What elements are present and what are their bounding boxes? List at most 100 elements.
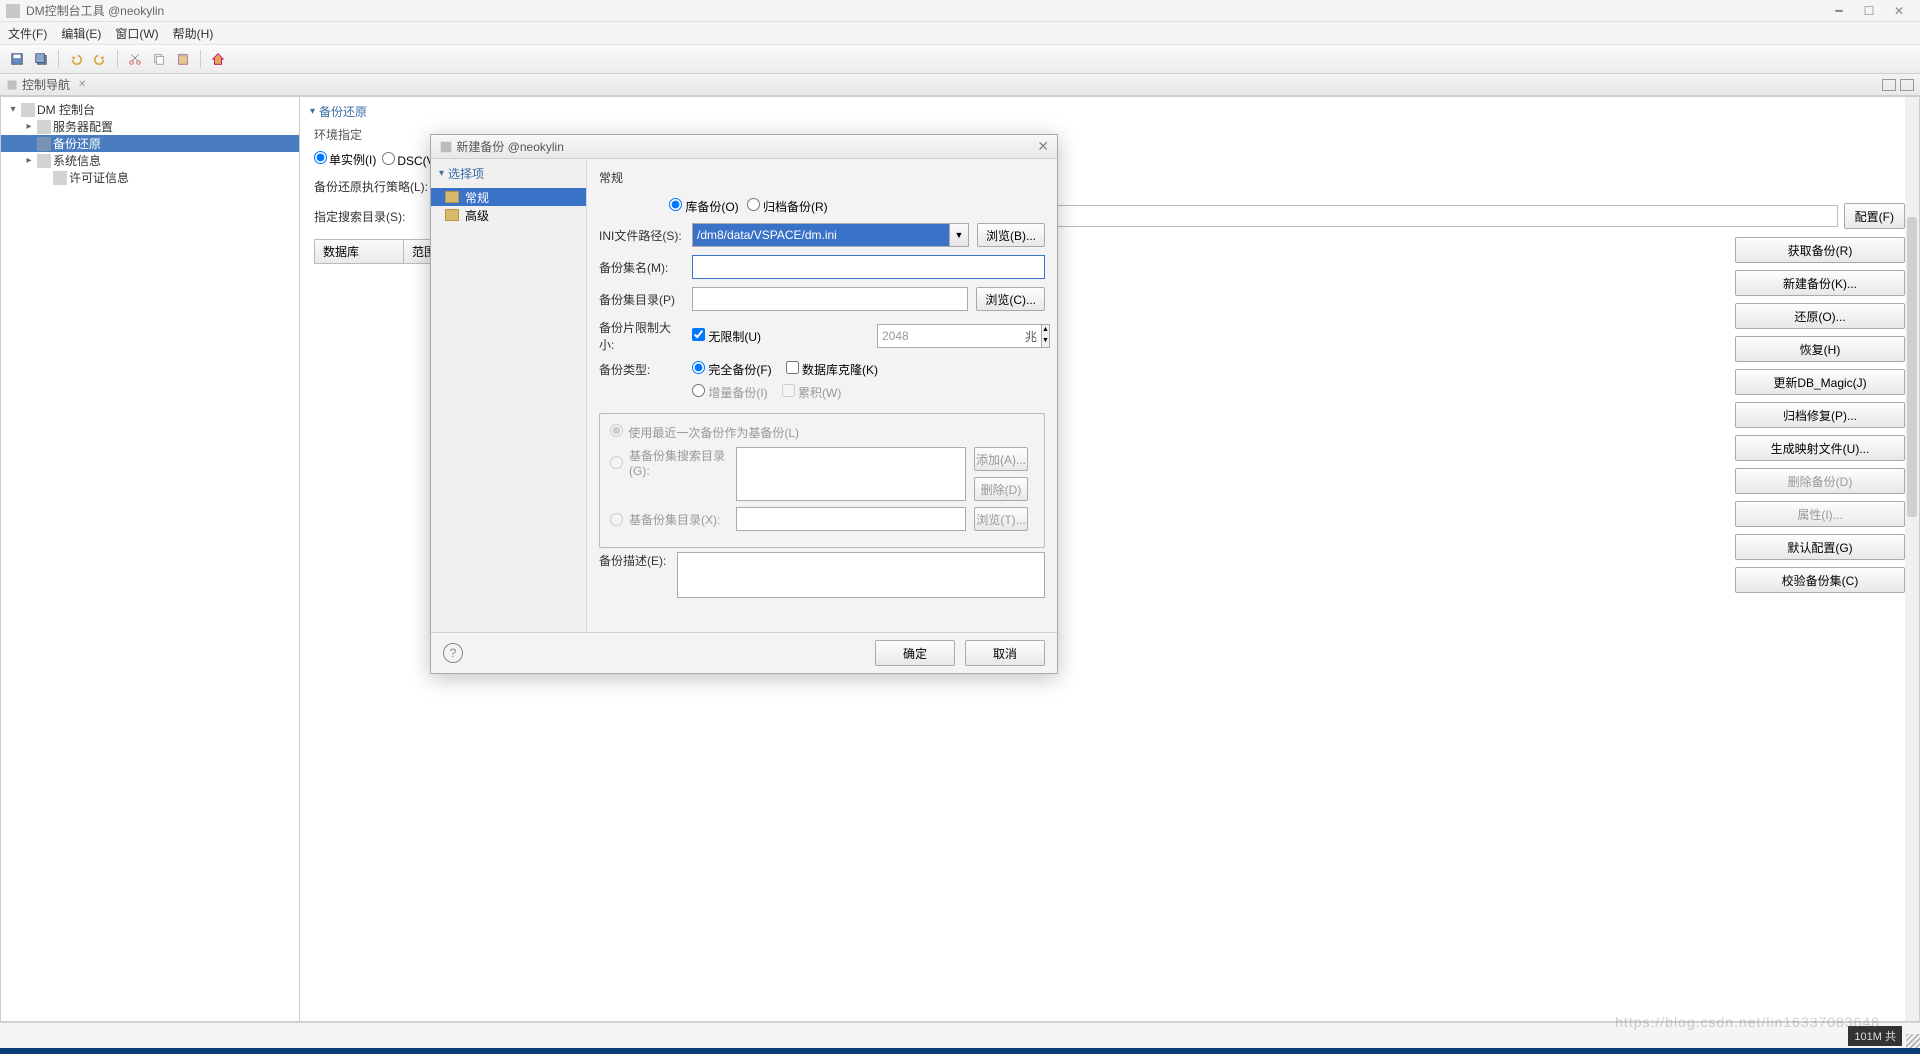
content-scrollbar[interactable]	[1905, 97, 1919, 1021]
slice-label: 备份片限制大小:	[599, 319, 684, 353]
view-minimize-button[interactable]	[1882, 79, 1896, 91]
browse-dir-button[interactable]: 浏览(C)...	[976, 287, 1045, 311]
paste-icon[interactable]	[172, 48, 194, 70]
redo-icon[interactable]	[89, 48, 111, 70]
radio-use-last-backup: 使用最近一次备份作为基备份(L)	[610, 424, 799, 441]
server-icon	[37, 120, 51, 134]
sysinfo-icon	[37, 154, 51, 168]
app-icon	[6, 4, 20, 18]
base-search-list	[736, 447, 966, 501]
panel-title: 常规	[599, 169, 1045, 186]
tree-item-system-info[interactable]: ▸系统信息	[1, 152, 299, 169]
dialog-title: 新建备份 @neokylin	[456, 138, 564, 155]
cut-icon[interactable]	[124, 48, 146, 70]
menu-window[interactable]: 窗口(W)	[115, 25, 158, 42]
base-backup-fieldset: 使用最近一次备份作为基备份(L) 基备份集搜索目录(G): 添加(A)... 删…	[599, 413, 1045, 548]
backup-set-dir-input[interactable]	[692, 287, 968, 311]
unlimited-checkbox[interactable]: 无限制(U)	[692, 328, 761, 345]
window-maximize-button[interactable]: ☐	[1854, 1, 1884, 21]
cancel-button[interactable]: 取消	[965, 640, 1045, 666]
copy-icon[interactable]	[148, 48, 170, 70]
new-backup-button[interactable]: 新建备份(K)...	[1735, 270, 1905, 296]
window-titlebar: DM控制台工具 @neokylin ━ ☐ ✕	[0, 0, 1920, 22]
folder-icon	[445, 209, 459, 221]
dialog-close-button[interactable]: ✕	[1037, 138, 1049, 155]
radio-single-instance[interactable]: 单实例(I)	[314, 151, 376, 168]
ini-path-input[interactable]	[692, 223, 949, 247]
view-tab-strip: 控制导航 ✕	[0, 74, 1920, 96]
menu-edit[interactable]: 编辑(E)	[61, 25, 101, 42]
backup-set-name-input[interactable]	[692, 255, 1045, 279]
undo-icon[interactable]	[65, 48, 87, 70]
window-title: DM控制台工具 @neokylin	[26, 2, 164, 19]
taskbar	[0, 1048, 1920, 1054]
left-item-advanced[interactable]: 高级	[431, 206, 586, 224]
radio-db-backup[interactable]: 库备份(O)	[669, 198, 739, 215]
backup-type-label: 备份类型:	[599, 361, 684, 378]
tree-item-server-config[interactable]: ▸服务器配置	[1, 118, 299, 135]
recover-button[interactable]: 恢复(H)	[1735, 336, 1905, 362]
tree-root[interactable]: ▾DM 控制台	[1, 101, 299, 118]
backup-description-input[interactable]	[677, 552, 1045, 598]
get-backup-button[interactable]: 获取备份(R)	[1735, 237, 1905, 263]
add-base-dir-button: 添加(A)...	[974, 447, 1028, 471]
new-backup-dialog: 新建备份 @neokylin ✕ ▾选择项 常规 高级 常规 库备份(O) 归档…	[430, 134, 1058, 674]
menu-file[interactable]: 文件(F)	[8, 25, 47, 42]
properties-button: 属性(I)...	[1735, 501, 1905, 527]
tree-item-license[interactable]: 许可证信息	[1, 169, 299, 186]
strategy-label: 备份还原执行策略(L):	[314, 178, 434, 195]
set-name-label: 备份集名(M):	[599, 259, 684, 276]
window-close-button[interactable]: ✕	[1884, 1, 1914, 21]
unit-label: 兆	[1025, 328, 1045, 345]
radio-base-dir: 基备份集目录(X):	[610, 511, 728, 528]
home-icon[interactable]	[207, 48, 229, 70]
save-icon[interactable]	[6, 48, 28, 70]
backup-icon	[37, 137, 51, 151]
slice-size-input[interactable]	[877, 324, 1041, 348]
desc-label: 备份描述(E):	[599, 552, 669, 569]
ini-path-dropdown-button[interactable]: ▼	[949, 223, 969, 247]
left-item-general[interactable]: 常规	[431, 188, 586, 206]
ok-button[interactable]: 确定	[875, 640, 955, 666]
memory-indicator[interactable]: 101M 共	[1848, 1026, 1902, 1046]
window-minimize-button[interactable]: ━	[1824, 1, 1854, 21]
archive-repair-button[interactable]: 归档修复(P)...	[1735, 402, 1905, 428]
statusbar: 101M 共	[0, 1022, 1920, 1048]
dialog-icon	[439, 140, 453, 154]
verify-backup-button[interactable]: 校验备份集(C)	[1735, 567, 1905, 593]
license-icon	[53, 171, 67, 185]
browse-ini-button[interactable]: 浏览(B)...	[977, 223, 1045, 247]
config-button[interactable]: 配置(F)	[1844, 203, 1905, 229]
browse-base-button: 浏览(T)...	[974, 507, 1028, 531]
dialog-titlebar[interactable]: 新建备份 @neokylin ✕	[431, 135, 1057, 159]
resize-grip[interactable]	[1906, 1034, 1920, 1048]
console-icon	[21, 103, 35, 117]
radio-incremental-backup[interactable]: 增量备份(I)	[692, 384, 768, 401]
help-icon[interactable]: ?	[443, 643, 463, 663]
default-config-button[interactable]: 默认配置(G)	[1735, 534, 1905, 560]
section-header[interactable]: ▾备份还原	[300, 97, 1919, 124]
check-db-clone[interactable]: 数据库克隆(K)	[786, 361, 878, 378]
radio-arch-backup[interactable]: 归档备份(R)	[747, 198, 828, 215]
right-button-column: 获取备份(R) 新建备份(K)... 还原(O)... 恢复(H) 更新DB_M…	[1735, 237, 1905, 593]
view-tab-label: 控制导航	[22, 76, 70, 93]
dialog-left-header[interactable]: ▾选择项	[431, 159, 586, 188]
view-maximize-button[interactable]	[1900, 79, 1914, 91]
th-db[interactable]: 数据库	[314, 239, 404, 264]
dialog-footer: ? 确定 取消	[431, 633, 1057, 673]
radio-full-backup[interactable]: 完全备份(F)	[692, 361, 772, 378]
dialog-right-panel: 常规 库备份(O) 归档备份(R) INI文件路径(S): ▼ 浏览(B)...…	[587, 159, 1057, 632]
restore-button[interactable]: 还原(O)...	[1735, 303, 1905, 329]
search-dir-label: 指定搜索目录(S):	[314, 208, 434, 225]
gen-mapfile-button[interactable]: 生成映射文件(U)...	[1735, 435, 1905, 461]
folder-icon	[445, 191, 459, 203]
update-dbmagic-button[interactable]: 更新DB_Magic(J)	[1735, 369, 1905, 395]
view-tab-close-icon[interactable]: ✕	[78, 79, 86, 90]
base-dir-input	[736, 507, 966, 531]
save-all-icon[interactable]	[30, 48, 52, 70]
check-cumulative: 累积(W)	[782, 384, 842, 401]
menu-help[interactable]: 帮助(H)	[173, 25, 214, 42]
nav-tree[interactable]: ▾DM 控制台 ▸服务器配置 备份还原 ▸系统信息 许可证信息	[0, 96, 300, 1022]
view-tab-nav[interactable]: 控制导航 ✕	[6, 76, 86, 93]
tree-item-backup-restore[interactable]: 备份还原	[1, 135, 299, 152]
